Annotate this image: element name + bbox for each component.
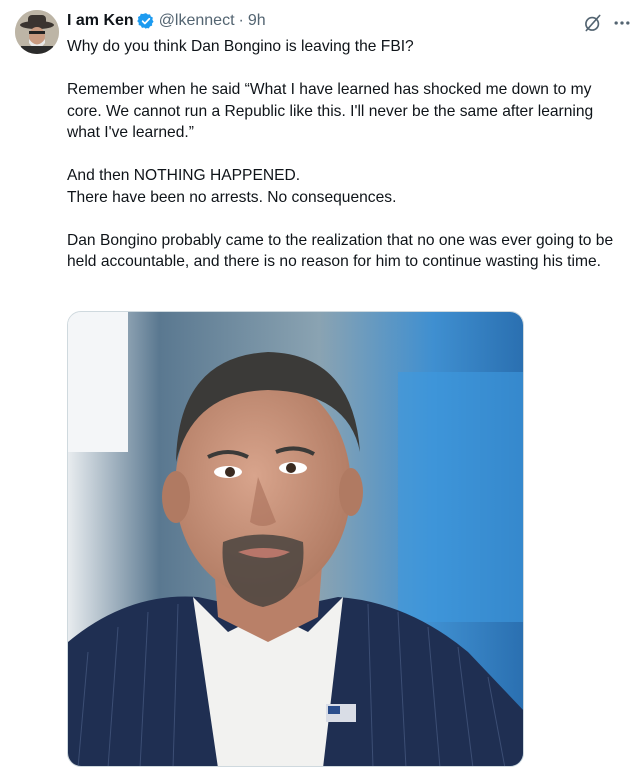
tweet-paragraph-quote: Remember when he said “What I have learn… [67, 81, 594, 141]
tweet-text: Why do you think Dan Bongino is leaving … [67, 36, 627, 273]
tweet-header: I am Ken @lkennect · 9h [67, 11, 266, 31]
verified-badge-icon [136, 13, 154, 29]
author-name[interactable]: I am Ken [67, 12, 134, 30]
tweet-media-photo[interactable] [67, 311, 524, 767]
tweet-timestamp[interactable]: 9h [248, 12, 266, 30]
avatar-image [15, 10, 59, 54]
tweet-line-question: Why do you think Dan Bongino is leaving … [67, 38, 414, 55]
portrait-photo [68, 312, 523, 766]
header-separator: · [238, 12, 244, 29]
author-handle[interactable]: @lkennect [159, 12, 235, 30]
more-options-icon[interactable] [612, 13, 632, 33]
tweet-line-no-arrests: There have been no arrests. No consequen… [67, 188, 397, 206]
author-avatar[interactable] [15, 10, 59, 54]
tweet-paragraph-conclusion: Dan Bongino probably came to the realiza… [67, 231, 614, 271]
grok-icon[interactable] [583, 13, 603, 33]
tweet-line-nothing-happened: And then NOTHING HAPPENED. [67, 167, 301, 184]
